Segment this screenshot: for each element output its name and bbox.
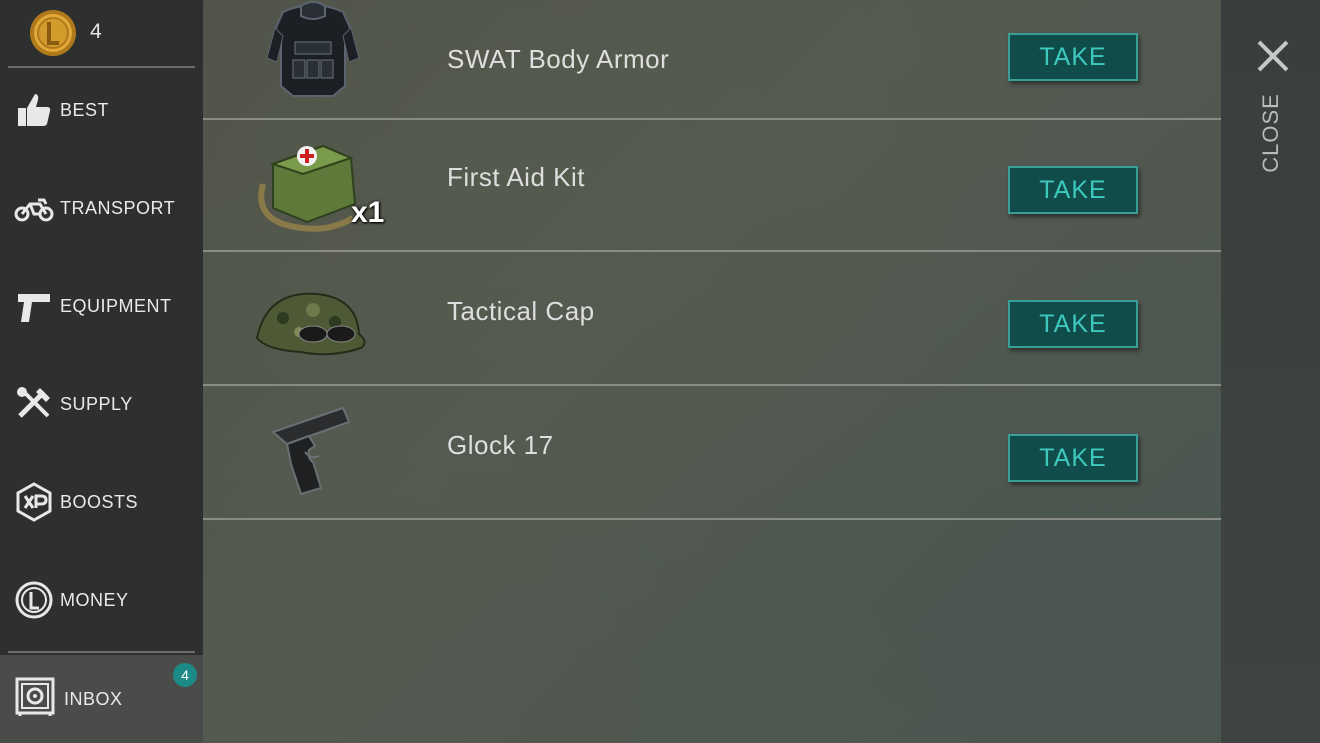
sidebar-item-transport[interactable]: TRANSPORT <box>0 178 203 238</box>
safe-icon <box>15 677 55 716</box>
sidebar-item-inbox[interactable]: INBOX 4 <box>0 655 203 743</box>
item-name: First Aid Kit <box>447 162 585 192</box>
sidebar-item-label: BOOSTS <box>60 492 139 512</box>
tactical-cap-image <box>255 292 366 356</box>
take-button[interactable]: TAKE <box>1008 300 1138 348</box>
sidebar-item-label: SUPPLY <box>60 394 133 414</box>
close-panel: CLOSE <box>1221 0 1320 743</box>
coin-count: 4 <box>90 20 102 43</box>
inbox-screen: 4 BEST TRANSPORT EQUIPMENT SUPPLY BOOSTS… <box>0 0 1320 743</box>
list-item: Tactical Cap TAKE <box>203 252 1221 386</box>
close-button[interactable]: CLOSE <box>1258 93 1284 173</box>
inbox-count-badge: 4 <box>173 663 197 687</box>
sidebar-item-equipment[interactable]: EQUIPMENT <box>0 276 203 336</box>
sidebar-item-money[interactable]: MONEY <box>0 570 203 630</box>
item-name: Tactical Cap <box>447 296 595 326</box>
list-item: Glock 17 TAKE <box>203 386 1221 520</box>
item-name: SWAT Body Armor <box>447 44 670 74</box>
thumbs-up-icon <box>18 94 51 126</box>
sidebar-item-label: TRANSPORT <box>60 198 176 218</box>
item-name: Glock 17 <box>447 430 554 460</box>
body-armor-image <box>266 1 360 97</box>
motorcycle-icon <box>14 198 54 222</box>
wallet-row: 4 <box>8 0 195 68</box>
close-icon[interactable] <box>1255 38 1291 74</box>
sidebar-item-best[interactable]: BEST <box>0 80 203 140</box>
list-item: SWAT Body Armor TAKE <box>203 0 1221 120</box>
tools-icon <box>17 387 50 418</box>
item-quantity: x1 <box>351 196 385 229</box>
take-button[interactable]: TAKE <box>1008 434 1138 482</box>
inbox-item-list: SWAT Body Armor TAKE x1 First Aid Kit TA… <box>203 0 1221 743</box>
sidebar-item-boosts[interactable]: BOOSTS <box>0 472 203 532</box>
sidebar-divider <box>8 651 195 653</box>
xp-badge-icon <box>16 482 52 522</box>
coin-icon <box>15 581 53 619</box>
take-button[interactable]: TAKE <box>1008 166 1138 214</box>
list-item: x1 First Aid Kit TAKE <box>203 118 1221 252</box>
sidebar-item-label: INBOX <box>64 689 123 709</box>
sidebar-item-label: EQUIPMENT <box>60 296 172 316</box>
take-button[interactable]: TAKE <box>1008 33 1138 81</box>
sidebar-item-label: MONEY <box>60 590 129 610</box>
pistol-image <box>271 406 351 496</box>
coin-icon <box>30 10 76 56</box>
sidebar-item-supply[interactable]: SUPPLY <box>0 374 203 434</box>
pistol-icon <box>18 294 50 322</box>
sidebar-item-label: BEST <box>60 100 110 120</box>
sidebar: 4 BEST TRANSPORT EQUIPMENT SUPPLY BOOSTS… <box>0 0 203 743</box>
